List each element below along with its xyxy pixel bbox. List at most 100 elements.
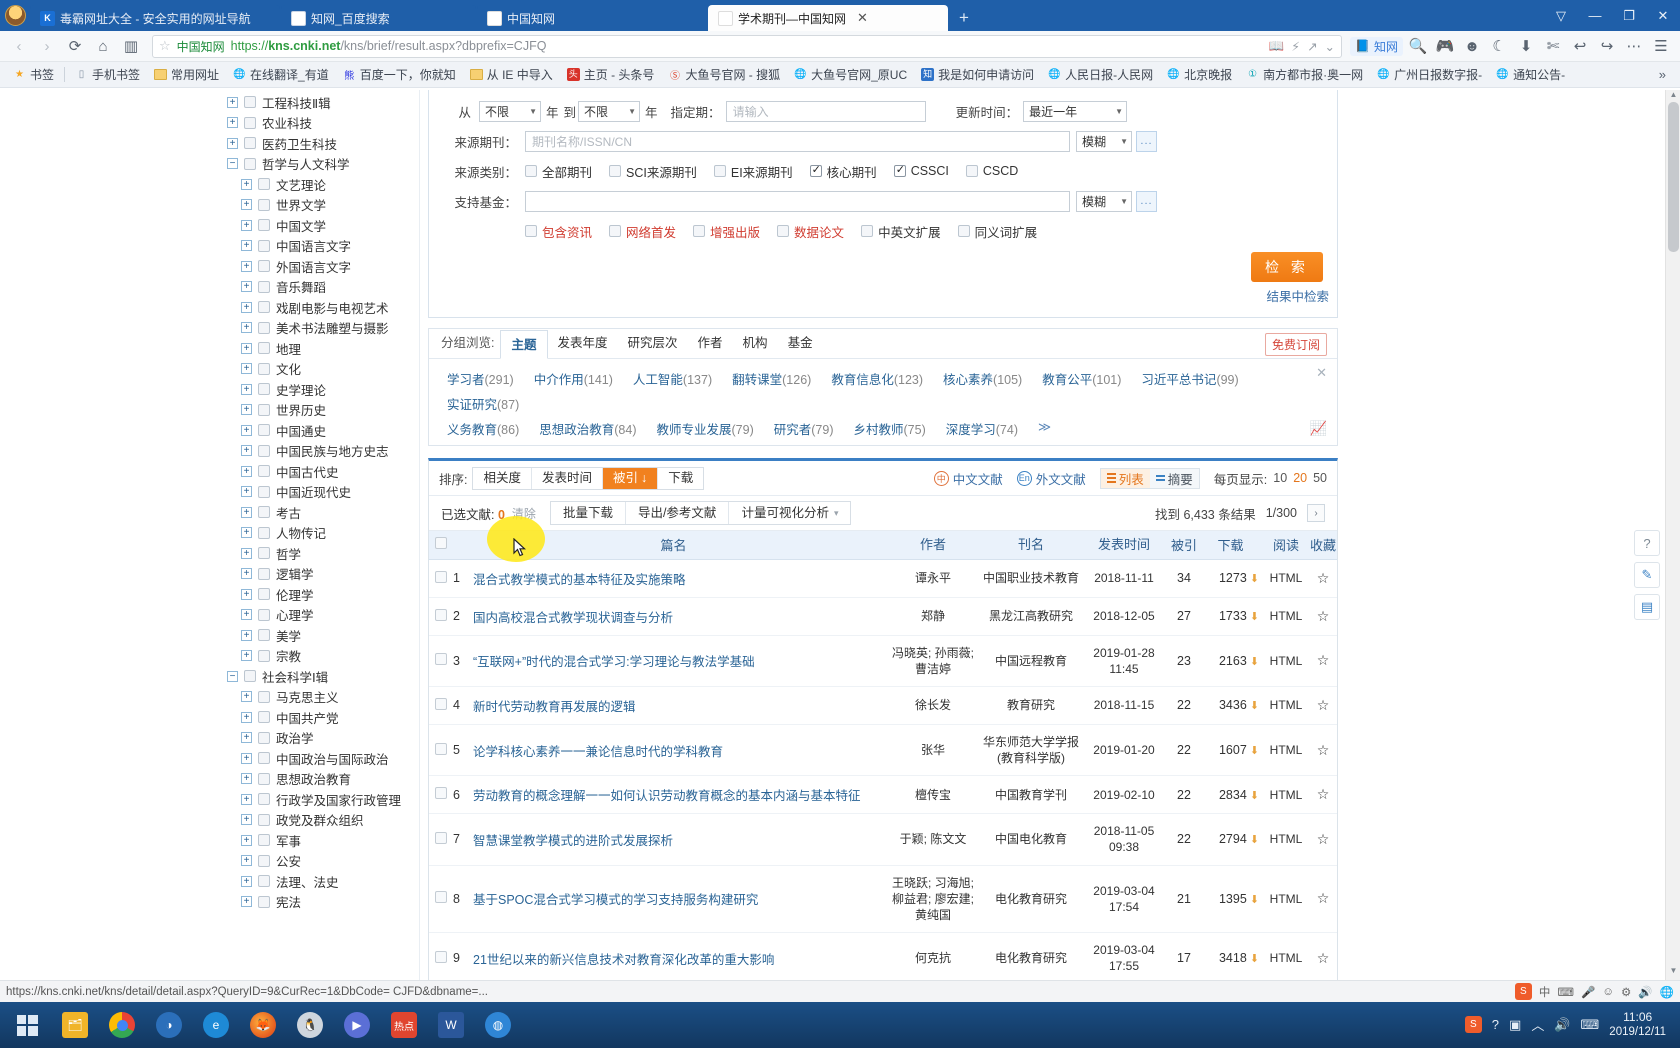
download-icon[interactable]: ⬇ [1250, 953, 1259, 965]
checkbox[interactable] [609, 225, 622, 237]
table-row[interactable]: 2 国内高校混合式教学现状调查与分析 郑静 黑龙江高教研究 2018-12-05 27 17… [429, 597, 1337, 636]
tree-checkbox[interactable] [258, 280, 270, 293]
tree-checkbox[interactable] [258, 567, 270, 580]
expander-icon[interactable]: + [241, 609, 252, 621]
tree-node[interactable]: + 政党及群众组织 [205, 810, 419, 831]
tree-checkbox[interactable] [258, 506, 270, 519]
tree-node[interactable]: + 农业科技 [205, 113, 419, 134]
to-year-select[interactable]: 不限 ▼ [578, 100, 641, 122]
expander-icon[interactable]: + [241, 424, 252, 436]
expander-icon[interactable]: + [241, 629, 252, 641]
expander-icon[interactable]: + [241, 650, 252, 662]
expander-icon[interactable]: + [241, 199, 252, 211]
checkbox[interactable] [965, 165, 978, 177]
browser-tab-1[interactable]: 百 知网_百度搜索 [281, 5, 476, 31]
row-checkbox[interactable] [435, 891, 447, 904]
scissors-icon[interactable]: ✄ [1540, 33, 1566, 59]
browser-tab-3[interactable]: 知 学术期刊—中国知网 ✕ [708, 5, 948, 31]
row-read-link[interactable]: HTML [1263, 559, 1309, 598]
category-option[interactable]: CSSCI [893, 163, 961, 178]
minimize-button[interactable]: — [1578, 0, 1612, 31]
tree-checkbox[interactable] [258, 834, 270, 847]
journal-match-select[interactable]: 模糊 ▼ [1076, 130, 1132, 152]
download-icon[interactable]: ⬇ [1250, 790, 1259, 802]
redo-icon[interactable]: ↪ [1594, 33, 1620, 59]
taskbar-qq[interactable]: 🐧 [288, 1004, 332, 1046]
expander-icon[interactable]: + [241, 260, 252, 272]
tree-checkbox[interactable] [258, 547, 270, 560]
taskbar-clock[interactable]: 11:06 2019/12/11 [1609, 1009, 1672, 1041]
topic-tag[interactable]: 教师专业发展(79) [651, 416, 760, 441]
night-mode-icon[interactable]: ☾ [1486, 33, 1512, 59]
journal-picker-button[interactable]: ... [1136, 130, 1157, 152]
globe-icon[interactable]: 🌐 [1660, 985, 1674, 999]
expander-icon[interactable]: + [241, 793, 252, 805]
tree-checkbox[interactable] [244, 137, 256, 150]
sogou-tray-icon[interactable]: S [1464, 1016, 1482, 1034]
group-tab-3[interactable]: 作者 [688, 329, 733, 358]
notes-icon[interactable]: ▤ [1634, 594, 1660, 620]
row-read-link[interactable]: HTML [1263, 724, 1309, 777]
row-author[interactable]: 王晓跃; 习海旭; 柳益君; 廖宏建; 黄纯国 [885, 865, 981, 934]
row-favorite-star-icon[interactable]: ☆ [1309, 686, 1337, 725]
category-option[interactable]: EI来源期刊 [713, 162, 805, 181]
undo-icon[interactable]: ↩ [1567, 33, 1593, 59]
category-option[interactable]: 全部期刊 [525, 162, 604, 181]
checkbox[interactable] [525, 165, 537, 177]
from-year-select[interactable]: 不限 ▼ [479, 100, 541, 122]
expander-icon[interactable]: + [241, 445, 252, 457]
issue-input[interactable]: 请输入 [725, 100, 926, 122]
row-author[interactable]: 檀传宝 [885, 775, 981, 815]
download-icon[interactable]: ⬇ [1250, 745, 1259, 757]
speaker-icon[interactable]: 🔊 [1638, 985, 1652, 999]
download-icon[interactable]: ⬇ [1250, 611, 1259, 623]
tree-node[interactable]: + 军事 [205, 830, 419, 851]
close-icon[interactable]: ✕ [1316, 365, 1327, 381]
tree-node[interactable]: + 音乐舞蹈 [205, 277, 419, 298]
expander-icon[interactable]: + [241, 506, 252, 518]
clear-selection-button[interactable]: 清除 [512, 505, 536, 522]
table-row[interactable]: 7 智慧课堂教学模式的进阶式发展探析 于颖; 陈文文 中国电化教育 2018-11-05… [429, 813, 1337, 866]
tree-node[interactable]: + 中国民族与地方史志 [205, 441, 419, 462]
expander-icon[interactable]: + [227, 137, 238, 149]
bookmark-item-11[interactable]: 🌐 北京晚报 [1160, 64, 1239, 86]
search-option[interactable]: 数据论文 [777, 222, 856, 241]
feedback-pencil-icon[interactable]: ✎ [1634, 562, 1660, 588]
tree-checkbox[interactable] [258, 424, 270, 437]
date-header[interactable]: 发表时间 [1081, 531, 1167, 560]
tree-checkbox[interactable] [244, 670, 256, 683]
reader-mode-icon[interactable]: ▥ [118, 33, 144, 59]
download-icon[interactable]: ⬇ [1513, 33, 1539, 59]
microphone-icon[interactable]: 🎤 [1581, 985, 1595, 999]
tree-checkbox[interactable] [258, 321, 270, 334]
bookmark-item-1[interactable]: ▯ 手机书签 [68, 64, 147, 86]
expander-icon[interactable]: + [241, 363, 252, 375]
row-favorite-star-icon[interactable]: ☆ [1309, 597, 1337, 636]
row-favorite-star-icon[interactable]: ☆ [1309, 813, 1337, 866]
taskbar-ie[interactable]: e [194, 1004, 238, 1046]
download-icon[interactable]: ⬇ [1250, 894, 1259, 906]
row-favorite-star-icon[interactable]: ☆ [1309, 559, 1337, 598]
select-all-checkbox[interactable] [435, 537, 447, 550]
tree-checkbox[interactable] [258, 690, 270, 703]
chevron-down-icon[interactable]: ⌄ [1325, 39, 1335, 54]
sogou-ime-icon[interactable]: S [1514, 983, 1532, 1000]
tree-checkbox[interactable] [258, 301, 270, 314]
bookmark-item-0[interactable]: ★ 书签 [6, 64, 61, 86]
tree-node[interactable]: + 考古 [205, 502, 419, 523]
topic-tag[interactable]: 乡村教师(75) [848, 416, 932, 441]
row-author[interactable]: 徐长发 [885, 686, 981, 725]
bookmark-item-5[interactable]: 从 IE 中导入 [463, 64, 560, 86]
book-icon[interactable]: 📖 [1269, 39, 1285, 54]
profile-button[interactable] [0, 0, 30, 31]
expander-icon[interactable]: + [241, 732, 252, 744]
expander-icon[interactable]: + [241, 814, 252, 826]
bookmark-item-4[interactable]: 熊 百度一下，你就知 [336, 64, 463, 86]
result-title-link[interactable]: 国内高校混合式教学现状调查与分析 [473, 611, 673, 625]
search-icon[interactable]: 🔍 [1405, 33, 1431, 59]
help-tray-icon[interactable]: ? [1492, 1017, 1499, 1032]
tree-node[interactable]: + 心理学 [205, 605, 419, 626]
tree-node[interactable]: + 中国共产党 [205, 707, 419, 728]
checkbox[interactable] [777, 225, 790, 237]
tree-checkbox[interactable] [258, 854, 270, 867]
